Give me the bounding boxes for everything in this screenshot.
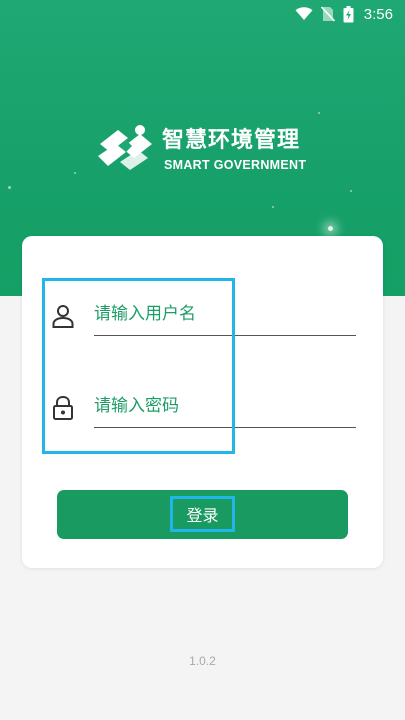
decorative-dot [272, 206, 274, 208]
decorative-dot [350, 190, 352, 192]
decorative-dot [8, 186, 11, 189]
brand-header: 智慧环境管理 SMART GOVERNMENT [96, 118, 326, 178]
battery-charging-icon [343, 5, 354, 23]
password-field [52, 388, 356, 428]
decorative-glow [328, 226, 333, 231]
status-time: 3:56 [363, 5, 393, 23]
decorative-dot [74, 172, 76, 174]
login-card: 登录 [22, 236, 383, 568]
user-icon [52, 304, 74, 328]
decorative-dot [318, 112, 320, 114]
app-title: 智慧环境管理 [162, 128, 301, 153]
login-button-label: 登录 [170, 496, 235, 532]
status-bar: 3:56 [0, 0, 405, 28]
app-subtitle: SMART GOVERNMENT [164, 158, 307, 172]
username-field [52, 296, 356, 336]
no-sim-icon [320, 6, 335, 22]
app-version: 1.0.2 [189, 654, 216, 668]
password-input[interactable] [94, 388, 356, 428]
wifi-icon [295, 7, 313, 21]
username-input[interactable] [94, 296, 356, 336]
smart-government-logo-icon [96, 122, 156, 170]
login-button[interactable]: 登录 [57, 490, 348, 539]
lock-icon [52, 395, 74, 420]
